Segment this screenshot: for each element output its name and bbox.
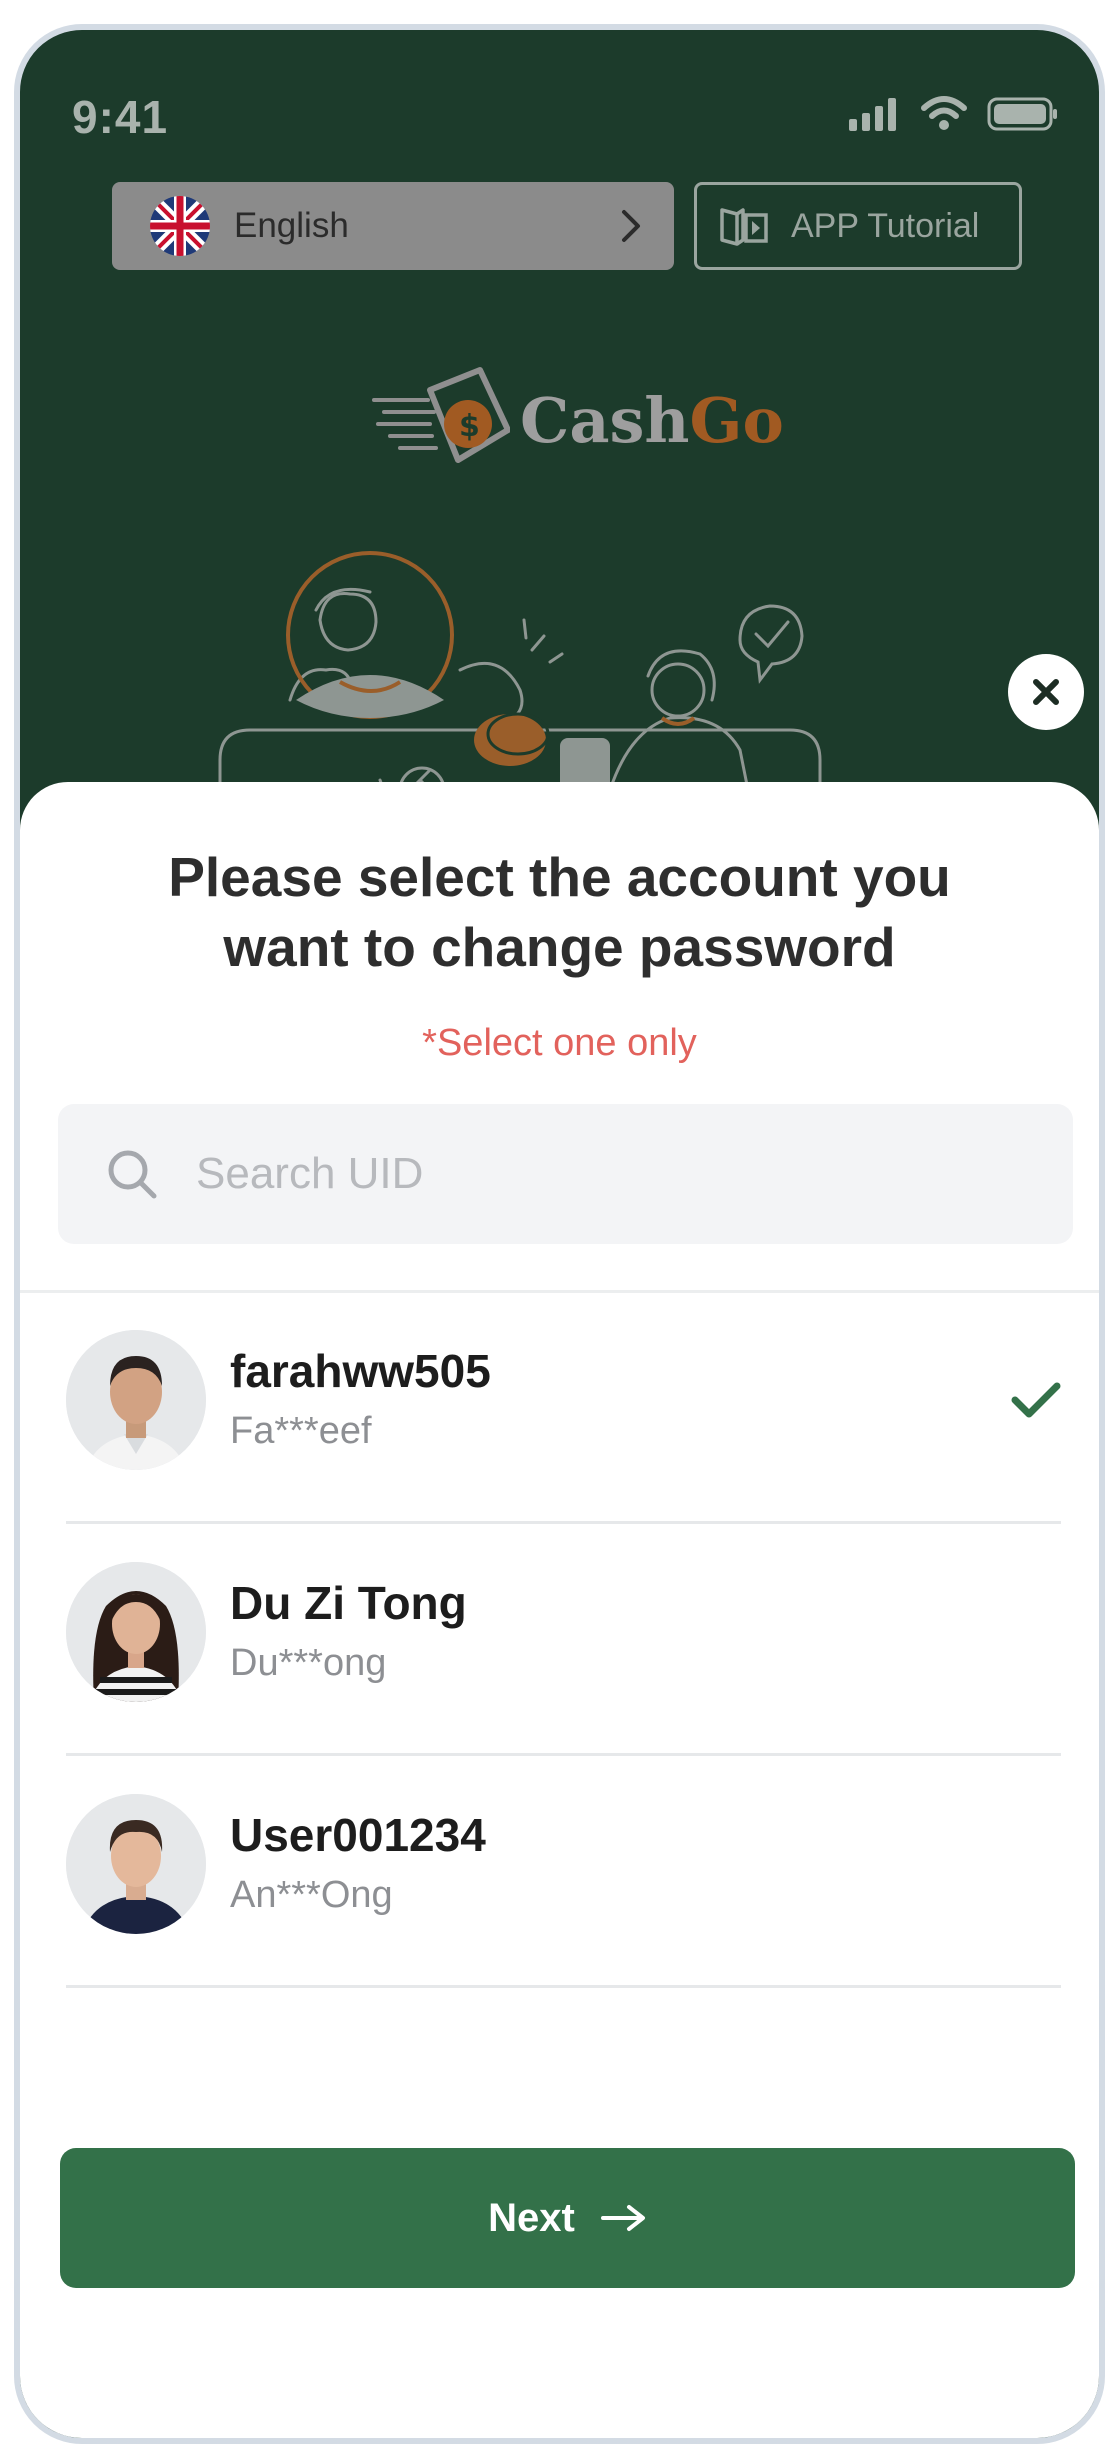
account-name: User001234 (230, 1809, 486, 1861)
account-name: Du Zi Tong (230, 1577, 467, 1629)
avatar (66, 1562, 206, 1702)
account-list: farahww505 Fa***eef Du Zi Tong Du***ong … (20, 1292, 1099, 1988)
account-masked-id: An***Ong (230, 1874, 393, 1916)
brand-logo: $ CashGo (370, 360, 784, 480)
arrow-right-icon (600, 2205, 645, 2231)
close-icon (1033, 679, 1059, 705)
status-time: 9:41 (72, 91, 169, 143)
phone-frame: 9:41 English APP Tutorial $ CashGo Pleas… (14, 24, 1105, 2444)
signal-icon (849, 98, 896, 131)
search-input[interactable] (194, 1148, 898, 1200)
close-button[interactable] (1008, 654, 1084, 730)
account-row[interactable]: farahww505 Fa***eef (66, 1292, 1061, 1524)
sheet-title: Please select the account you want to ch… (168, 846, 951, 978)
account-masked-id: Du***ong (230, 1642, 387, 1684)
search-bar[interactable] (58, 1104, 1073, 1244)
next-label: Next (488, 2195, 575, 2240)
svg-text:$: $ (459, 409, 480, 444)
account-row[interactable]: User001234 An***Ong (66, 1756, 1061, 1988)
people-illustration (218, 551, 822, 790)
language-selector[interactable]: English (112, 182, 674, 270)
account-name: farahww505 (230, 1345, 491, 1397)
book-icon (720, 208, 768, 246)
check-icon (1011, 1382, 1061, 1418)
app-tutorial-button[interactable]: APP Tutorial (694, 182, 1022, 270)
avatar (66, 1794, 206, 1934)
account-select-sheet: Please select the account you want to ch… (20, 782, 1099, 2438)
brand-name: CashGo (520, 383, 784, 457)
account-masked-id: Fa***eef (230, 1410, 372, 1452)
search-icon (108, 1150, 157, 1199)
language-label: English (234, 206, 349, 245)
uk-flag-icon (150, 196, 210, 256)
status-icons (849, 96, 1059, 132)
account-row[interactable]: Du Zi Tong Du***ong (66, 1524, 1061, 1756)
app-tutorial-label: APP Tutorial (791, 206, 980, 245)
select-hint: *Select one only (422, 1022, 697, 1064)
cash-logo-icon: $ (372, 367, 510, 463)
battery-icon (987, 97, 1057, 131)
chevron-right-icon (622, 210, 640, 242)
avatar (66, 1330, 206, 1470)
wifi-icon (921, 96, 967, 130)
next-button[interactable]: Next (60, 2148, 1075, 2288)
